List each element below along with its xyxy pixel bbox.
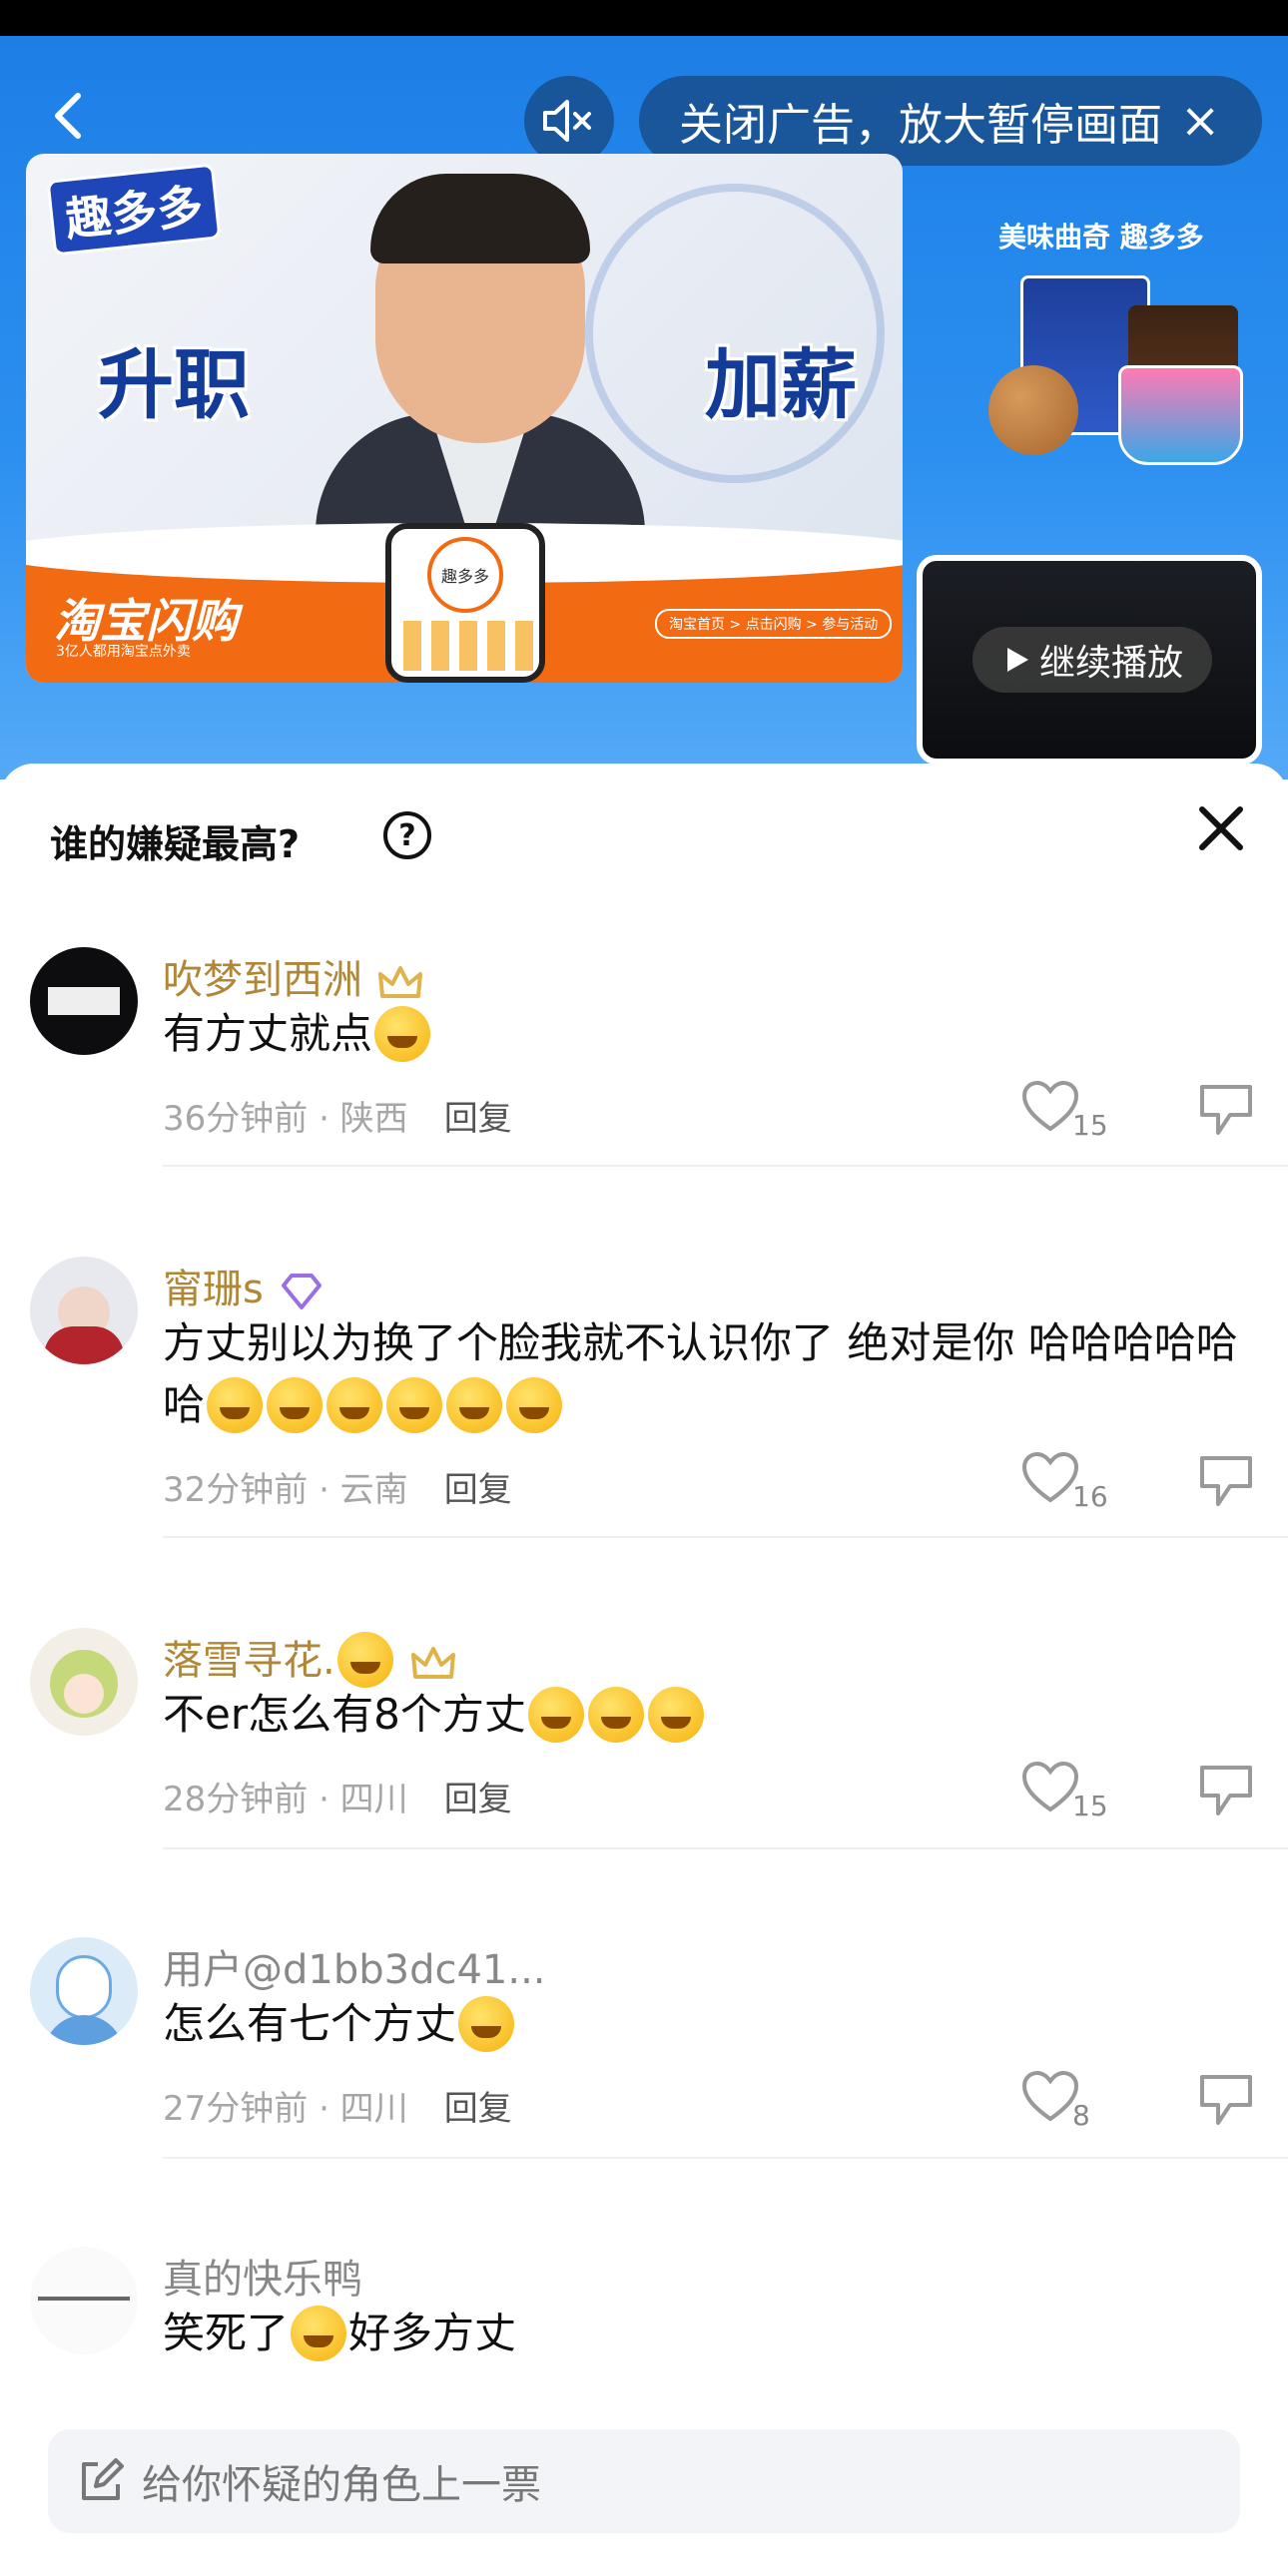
grin-emoji-icon [374,1005,431,1062]
thumbs-down-icon [1200,1766,1252,1815]
like-button[interactable]: 15 [1020,1079,1110,1149]
crown-badge-icon [378,966,422,998]
divider [163,1536,1288,1538]
comment-text: 不er怎么有8个方丈 [163,1684,1241,1746]
comment-meta: 27分钟前 · 四川 回复 [163,2089,512,2129]
thumbs-down-icon [1200,1456,1252,1506]
ad-headline-left: 升职 [98,340,250,429]
comment-meta: 32分钟前 · 云南 回复 [163,1470,512,1510]
status-bar [0,0,1288,36]
edit-icon [82,2458,124,2500]
comment-text: 笑死了 好多方丈 [163,2303,1241,2364]
giggle-emoji-icon [446,1376,503,1433]
speaker-muted-icon [543,100,591,142]
ad-headline-right: 加薪 [705,340,857,429]
giggle-emoji-icon [267,1376,323,1433]
heart-icon [1021,1761,1079,1812]
avatar[interactable] [30,947,138,1055]
cookie-mascot-image [988,365,1078,455]
dislike-button[interactable] [1196,1760,1266,1829]
laugh-cry-emoji-icon [587,1686,644,1743]
heart-icon [1021,1080,1079,1132]
comment-username[interactable]: 甯珊s [163,1257,325,1314]
ad-taobao-subtitle: 3亿人都用淘宝点外卖 [56,644,191,660]
ad-side-product: 美味曲奇 趣多多 [929,176,1268,505]
continue-play-label: 继续播放 [1038,643,1183,684]
close-sheet-button[interactable] [1186,793,1256,863]
giggle-emoji-icon [326,1376,383,1433]
like-button[interactable]: 16 [1020,1450,1110,1520]
ad-phone-ring: 趣多多 [427,537,503,613]
sheet-title: 谁的嫌疑最高? [50,822,301,866]
comment-username[interactable]: 落雪寻花. [163,1628,457,1691]
reply-button[interactable]: 回复 [444,1780,512,1819]
close-ad-button[interactable]: 关闭广告，放大暂停画面 × [639,76,1262,166]
avatar[interactable] [30,1257,138,1364]
vote-input-placeholder: 给你怀疑的角色上一票 [142,2462,541,2508]
comment-username[interactable]: 真的快乐鸭 [163,2247,362,2305]
continue-play-button[interactable]: 继续播放 [972,627,1212,693]
avatar[interactable] [30,1628,138,1736]
ad-side-title: 美味曲奇 趣多多 [998,221,1204,254]
smile-emoji-icon [336,1632,393,1688]
chevron-left-icon [55,93,81,139]
divider [163,1165,1288,1167]
vote-input[interactable]: 给你怀疑的角色上一票 [48,2429,1240,2533]
ad-banner[interactable]: 趣多多 升职 加薪 淘宝闪购 3亿人都用淘宝点外卖 趣多多 淘宝首页 > 点击闪… [26,154,903,683]
divider [163,1847,1288,1849]
comment-text: 方丈别以为换了个脸我就不认识你了 绝对是你 哈哈哈哈哈哈 [163,1312,1241,1436]
reply-button[interactable]: 回复 [444,1470,512,1510]
heart-icon [1021,2070,1079,2122]
mute-button[interactable] [524,76,614,166]
comment-meta: 28分钟前 · 四川 回复 [163,1780,512,1819]
ad-phone-image: 趣多多 [385,523,545,683]
giggle-emoji-icon [506,1376,563,1433]
close-icon [1199,806,1243,850]
play-icon [1006,648,1028,672]
like-button[interactable]: 8 [1020,2069,1110,2139]
product-tub-image [1118,365,1243,465]
avatar[interactable] [30,1937,138,2045]
close-ad-label: 关闭广告，放大暂停画面 [679,100,1162,151]
reply-button[interactable]: 回复 [444,2089,512,2129]
laugh-cry-emoji-icon [527,1686,584,1743]
like-button[interactable]: 15 [1020,1760,1110,1829]
avatar[interactable] [30,2247,138,2354]
comment-sheet: 谁的嫌疑最高? ? 吹梦到西洲 有方丈就点 36分钟前 · 陕西 回复 15 甯… [0,764,1288,2576]
close-icon: × [1180,93,1221,149]
giggle-emoji-icon [386,1376,443,1433]
dislike-button[interactable] [1196,2069,1266,2139]
laugh-cry-emoji-icon [291,2305,347,2361]
reply-button[interactable]: 回复 [444,1099,512,1139]
continue-play-panel[interactable]: 继续播放 [917,555,1262,765]
comment-username[interactable]: 吹梦到西洲 [163,947,424,1005]
giggle-emoji-icon [207,1376,264,1433]
heart-icon [1021,1451,1079,1503]
comment-meta: 36分钟前 · 陕西 回复 [163,1099,512,1139]
back-button[interactable] [40,86,100,146]
dislike-button[interactable] [1196,1450,1266,1520]
comment-text: 有方丈就点 [163,1003,1241,1065]
diamond-badge-icon [281,1274,322,1309]
laugh-cry-emoji-icon [647,1686,704,1743]
video-ad-area[interactable]: 关闭广告，放大暂停画面 × 趣多多 升职 加薪 淘宝闪购 3亿人都用淘宝点外卖 … [0,36,1288,779]
comment-username[interactable]: 用户@d1bb3dc41... [163,1937,546,1995]
comment-text: 怎么有七个方丈 [163,1993,1241,2055]
thumbs-down-icon [1200,2075,1252,2125]
help-icon[interactable]: ? [383,811,431,859]
yum-emoji-icon [458,1995,515,2052]
like-count: 8 [1072,2099,1090,2132]
crown-badge-icon [410,1647,455,1679]
ad-steps: 淘宝首页 > 点击闪购 > 参与活动 [655,609,893,639]
like-count: 15 [1072,1109,1108,1142]
like-count: 15 [1072,1790,1108,1822]
dislike-button[interactable] [1196,1079,1266,1149]
divider [163,2157,1288,2159]
thumbs-down-icon [1200,1085,1252,1135]
ad-brand-logo: 趣多多 [46,163,222,257]
like-count: 16 [1072,1480,1108,1513]
